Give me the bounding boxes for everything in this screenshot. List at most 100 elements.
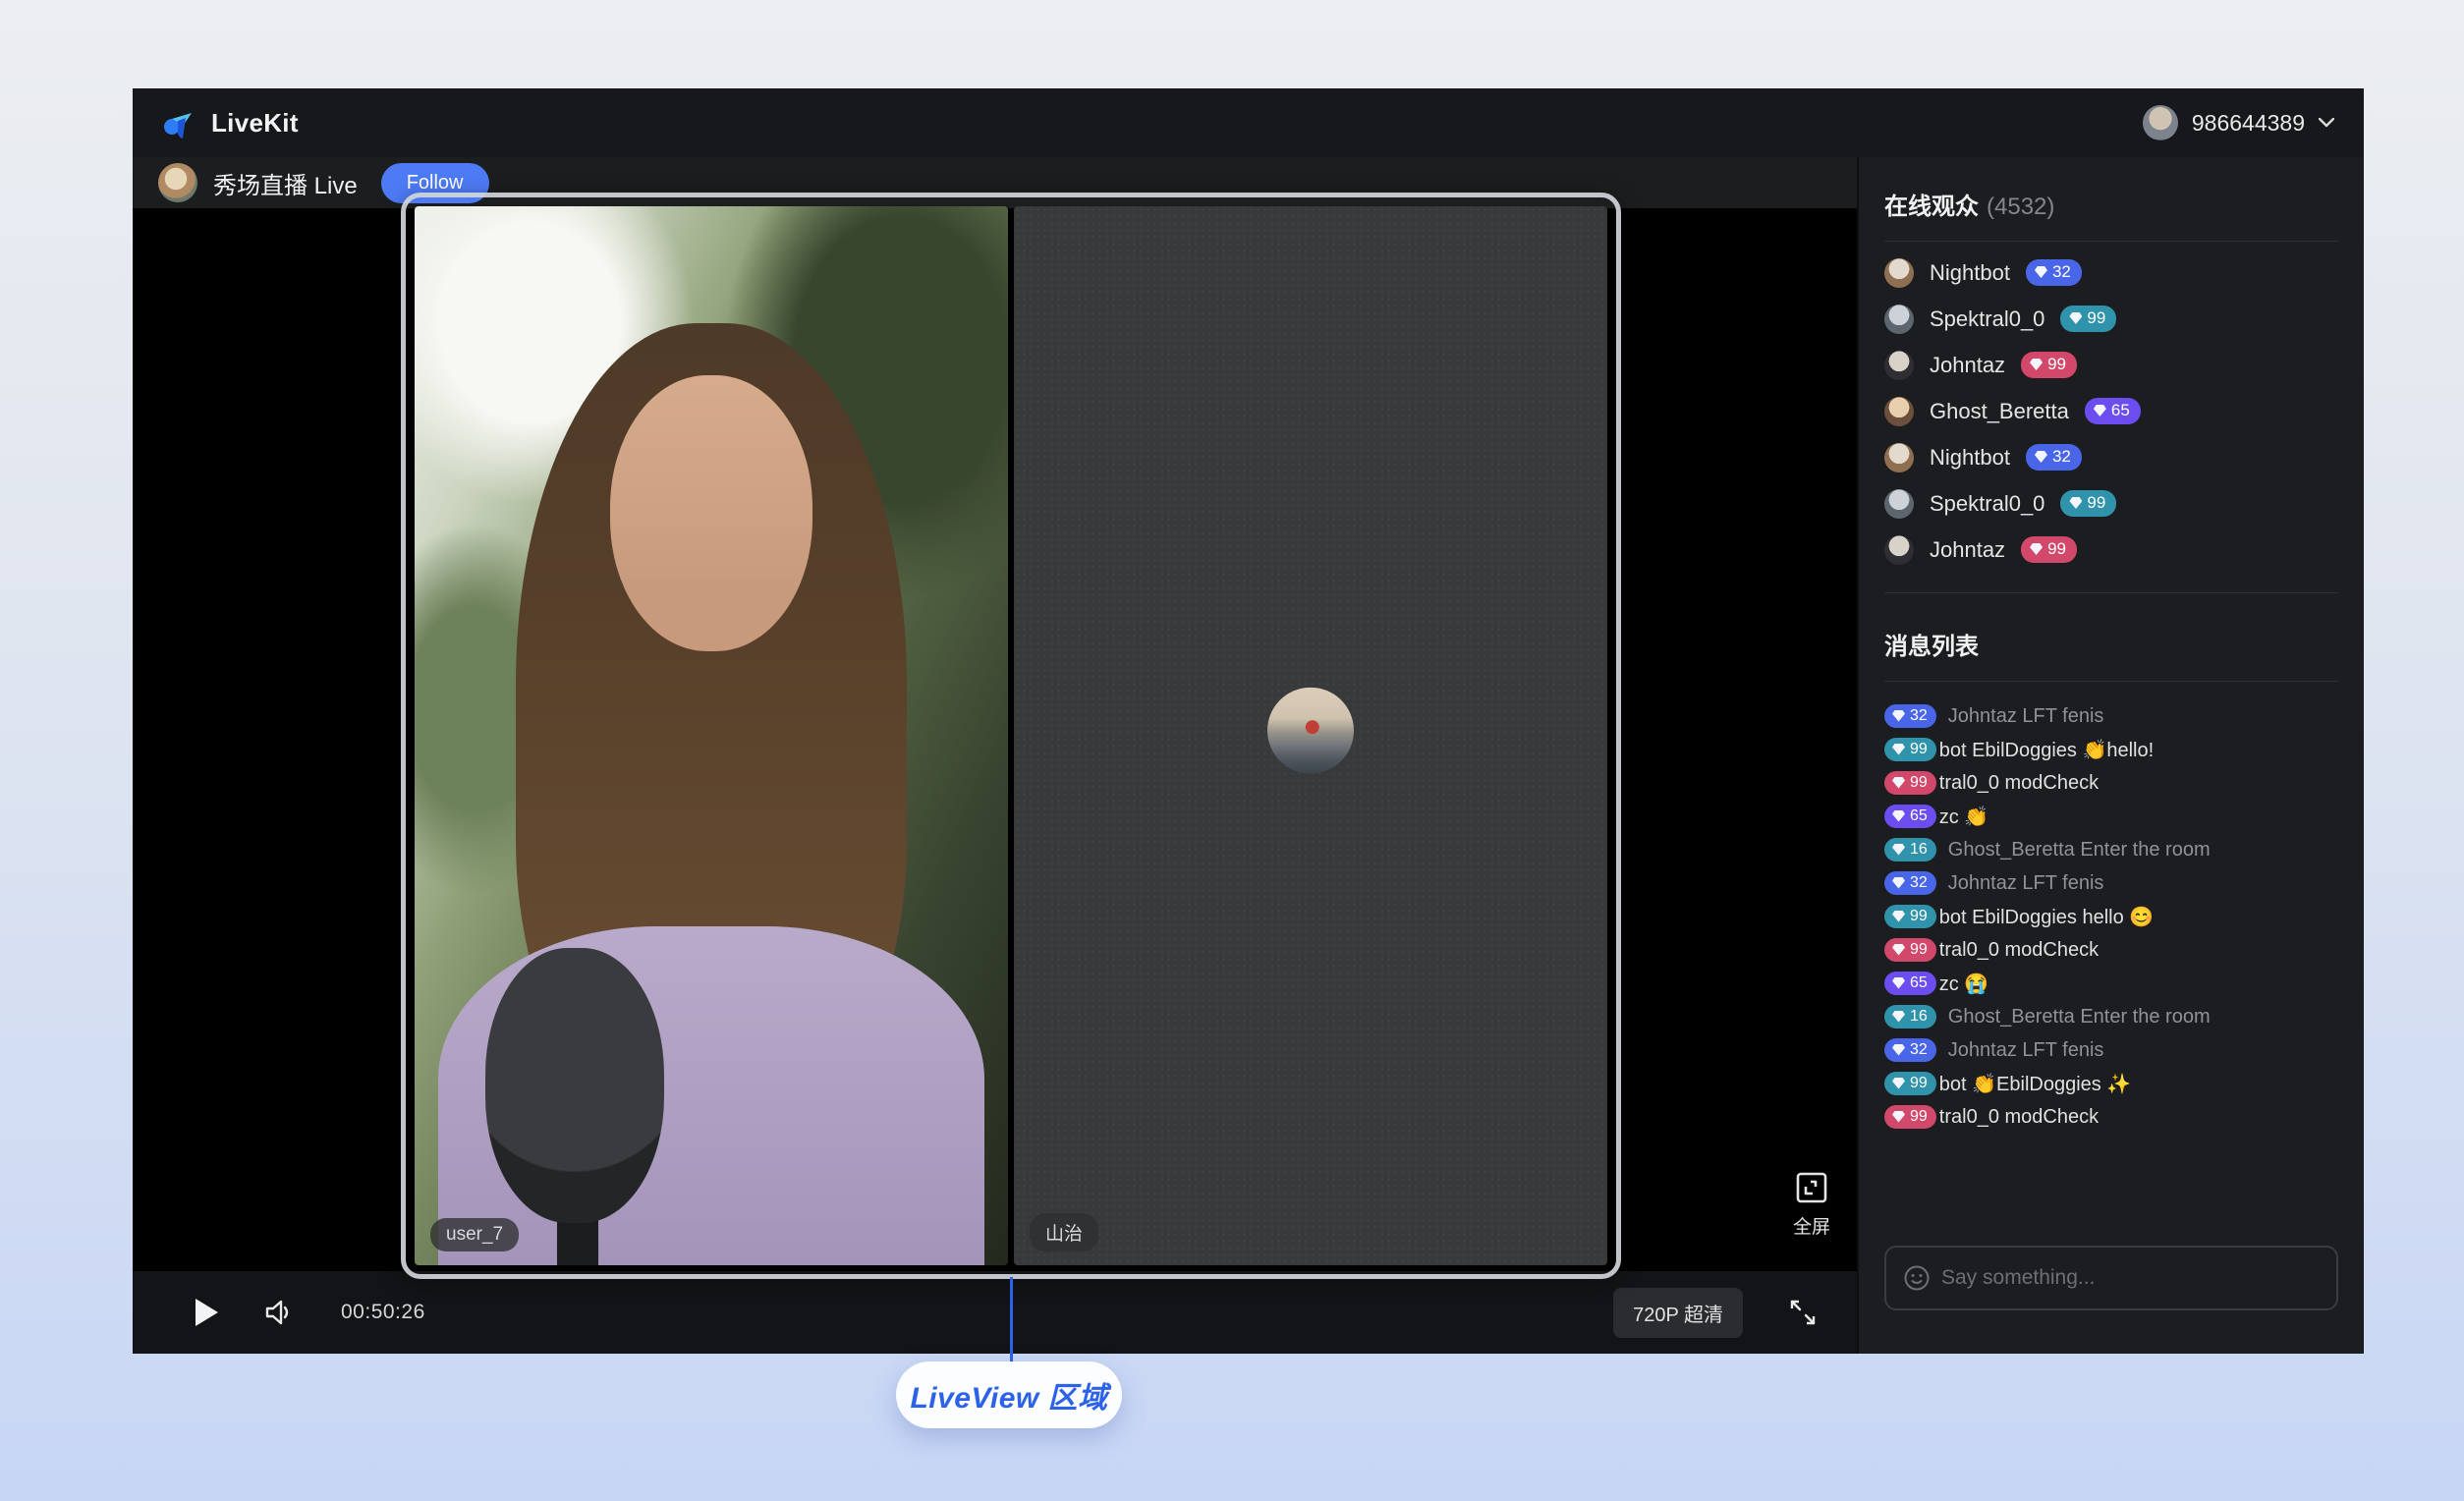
stream-title: 秀场直播 Live — [213, 166, 358, 200]
gem-badge: 65 — [1884, 805, 1936, 828]
gem-badge: 99 — [1884, 771, 1936, 795]
message-row: 99 tral0_0 modCheck — [1884, 1100, 2338, 1134]
message-text: bot EbilDoggies 👏hello! — [1939, 738, 2154, 762]
video-art-person — [610, 375, 812, 650]
message-text: Ghost_Beretta Enter the room — [1948, 839, 2211, 862]
viewer-name: Spektral0_0 — [1930, 306, 2044, 332]
gem-badge: 16 — [1884, 1005, 1936, 1028]
viewer-avatar — [1884, 258, 1914, 288]
user-menu[interactable]: 986644389 — [2143, 105, 2334, 140]
viewer-row[interactable]: Nightbot 32 — [1884, 434, 2338, 480]
message-text: Johntaz LFT fenis — [1948, 872, 2104, 895]
viewers-title-text: 在线观众 — [1884, 194, 1979, 220]
gem-badge: 32 — [2026, 444, 2082, 471]
message-row: 99bot EbilDoggies hello 😊 — [1884, 900, 2338, 933]
gem-icon — [1892, 810, 1905, 822]
quality-button[interactable]: 720P 超清 — [1613, 1288, 1743, 1338]
message-text: tral0_0 modCheck — [1939, 1106, 2099, 1129]
main-content: 秀场直播 Live Follow user_7 — [133, 157, 2364, 1354]
fullscreen-icon — [1795, 1171, 1828, 1204]
chat-input[interactable] — [1941, 1266, 2319, 1290]
gem-badge: 32 — [1884, 704, 1936, 728]
badge-count: 99 — [2047, 355, 2066, 374]
gem-icon — [1892, 977, 1905, 989]
badge-count: 99 — [2087, 493, 2105, 513]
video-tile-guest[interactable]: 山治 — [1014, 206, 1607, 1265]
app-window: LiveKit 986644389 秀场直播 Live Follow — [133, 88, 2364, 1354]
gem-badge: 99 — [2021, 536, 2077, 563]
message-row: 65zc 👏 — [1884, 800, 2338, 833]
badge-count: 32 — [1910, 873, 1928, 892]
fullscreen-button[interactable]: 全屏 — [1780, 1171, 1843, 1239]
viewer-avatar — [1884, 535, 1914, 565]
video-column: 秀场直播 Live Follow user_7 — [133, 157, 1857, 1354]
expand-icon[interactable] — [1788, 1298, 1818, 1327]
divider — [1884, 681, 2338, 682]
viewer-row[interactable]: Johntaz 99 — [1884, 342, 2338, 388]
viewer-row[interactable]: Spektral0_0 99 — [1884, 296, 2338, 342]
badge-count: 65 — [1910, 973, 1928, 992]
play-button[interactable] — [194, 1298, 219, 1327]
badge-count: 32 — [2052, 262, 2071, 282]
volume-button[interactable] — [264, 1299, 296, 1326]
chat-input-box[interactable] — [1884, 1246, 2338, 1310]
viewer-name: Johntaz — [1930, 537, 2005, 563]
message-text: Johntaz LFT fenis — [1948, 1039, 2104, 1062]
gem-icon — [1892, 710, 1905, 722]
smiley-icon[interactable] — [1904, 1265, 1930, 1291]
viewer-row[interactable]: Johntaz 99 — [1884, 527, 2338, 573]
chevron-down-icon — [2319, 118, 2334, 128]
viewer-row[interactable]: Ghost_Beretta65 — [1884, 388, 2338, 434]
gem-icon — [1892, 744, 1905, 755]
badge-count: 99 — [2047, 539, 2066, 559]
gem-badge: 99 — [1884, 905, 1936, 928]
message-row: 16Ghost_Beretta Enter the room — [1884, 1000, 2338, 1033]
message-row: 99bot EbilDoggies 👏hello! — [1884, 733, 2338, 766]
badge-count: 16 — [1910, 1007, 1928, 1026]
liveview-region[interactable]: user_7 山治 — [401, 193, 1621, 1279]
gem-badge: 99 — [2060, 306, 2116, 332]
gem-icon — [1892, 911, 1905, 922]
gem-badge: 32 — [2026, 259, 2082, 286]
guest-avatar — [1267, 688, 1354, 774]
gem-icon — [2094, 405, 2106, 417]
gem-icon — [1892, 1044, 1905, 1056]
badge-count: 16 — [1910, 840, 1928, 859]
video-tile-streamer[interactable]: user_7 — [415, 206, 1008, 1265]
gem-icon — [2030, 359, 2043, 370]
gem-icon — [1892, 944, 1905, 956]
viewer-row[interactable]: Spektral0_0 99 — [1884, 480, 2338, 527]
gem-badge: 32 — [1884, 871, 1936, 895]
badge-count: 32 — [1910, 1040, 1928, 1059]
user-id: 986644389 — [2192, 110, 2305, 137]
divider — [1884, 241, 2338, 242]
viewer-avatar — [1884, 397, 1914, 426]
badge-count: 99 — [1910, 907, 1928, 925]
user-avatar — [2143, 105, 2178, 140]
viewer-row[interactable]: Nightbot32 — [1884, 250, 2338, 296]
gem-icon — [2035, 266, 2047, 278]
participant-label: user_7 — [430, 1218, 519, 1251]
gem-badge: 99 — [2060, 490, 2116, 517]
message-list: 32Johntaz LFT fenis99bot EbilDoggies 👏he… — [1884, 699, 2338, 1134]
viewer-avatar — [1884, 351, 1914, 380]
badge-count: 99 — [1910, 1107, 1928, 1126]
viewer-name: Johntaz — [1930, 353, 2005, 378]
callout-connector-line — [1010, 1277, 1013, 1363]
message-row: 99tral0_0 modCheck — [1884, 933, 2338, 967]
viewer-name: Spektral0_0 — [1930, 491, 2044, 517]
video-art-mic — [485, 948, 663, 1223]
message-row: 65zc 😭 — [1884, 967, 2338, 1000]
message-text: Johntaz LFT fenis — [1948, 705, 2104, 728]
gem-icon — [1892, 1078, 1905, 1089]
callout-label: LiveView 区域 — [910, 1373, 1107, 1417]
gem-icon — [1892, 844, 1905, 856]
sidebar-spacer — [1884, 1134, 2338, 1246]
message-row: 32 Johntaz LFT fenis — [1884, 1033, 2338, 1067]
badge-count: 99 — [1910, 1074, 1928, 1092]
gem-icon — [1892, 877, 1905, 889]
viewer-avatar — [1884, 443, 1914, 473]
gem-badge: 99 — [1884, 1105, 1936, 1129]
brand-name: LiveKit — [211, 108, 299, 139]
viewer-name: Nightbot — [1930, 445, 2010, 471]
